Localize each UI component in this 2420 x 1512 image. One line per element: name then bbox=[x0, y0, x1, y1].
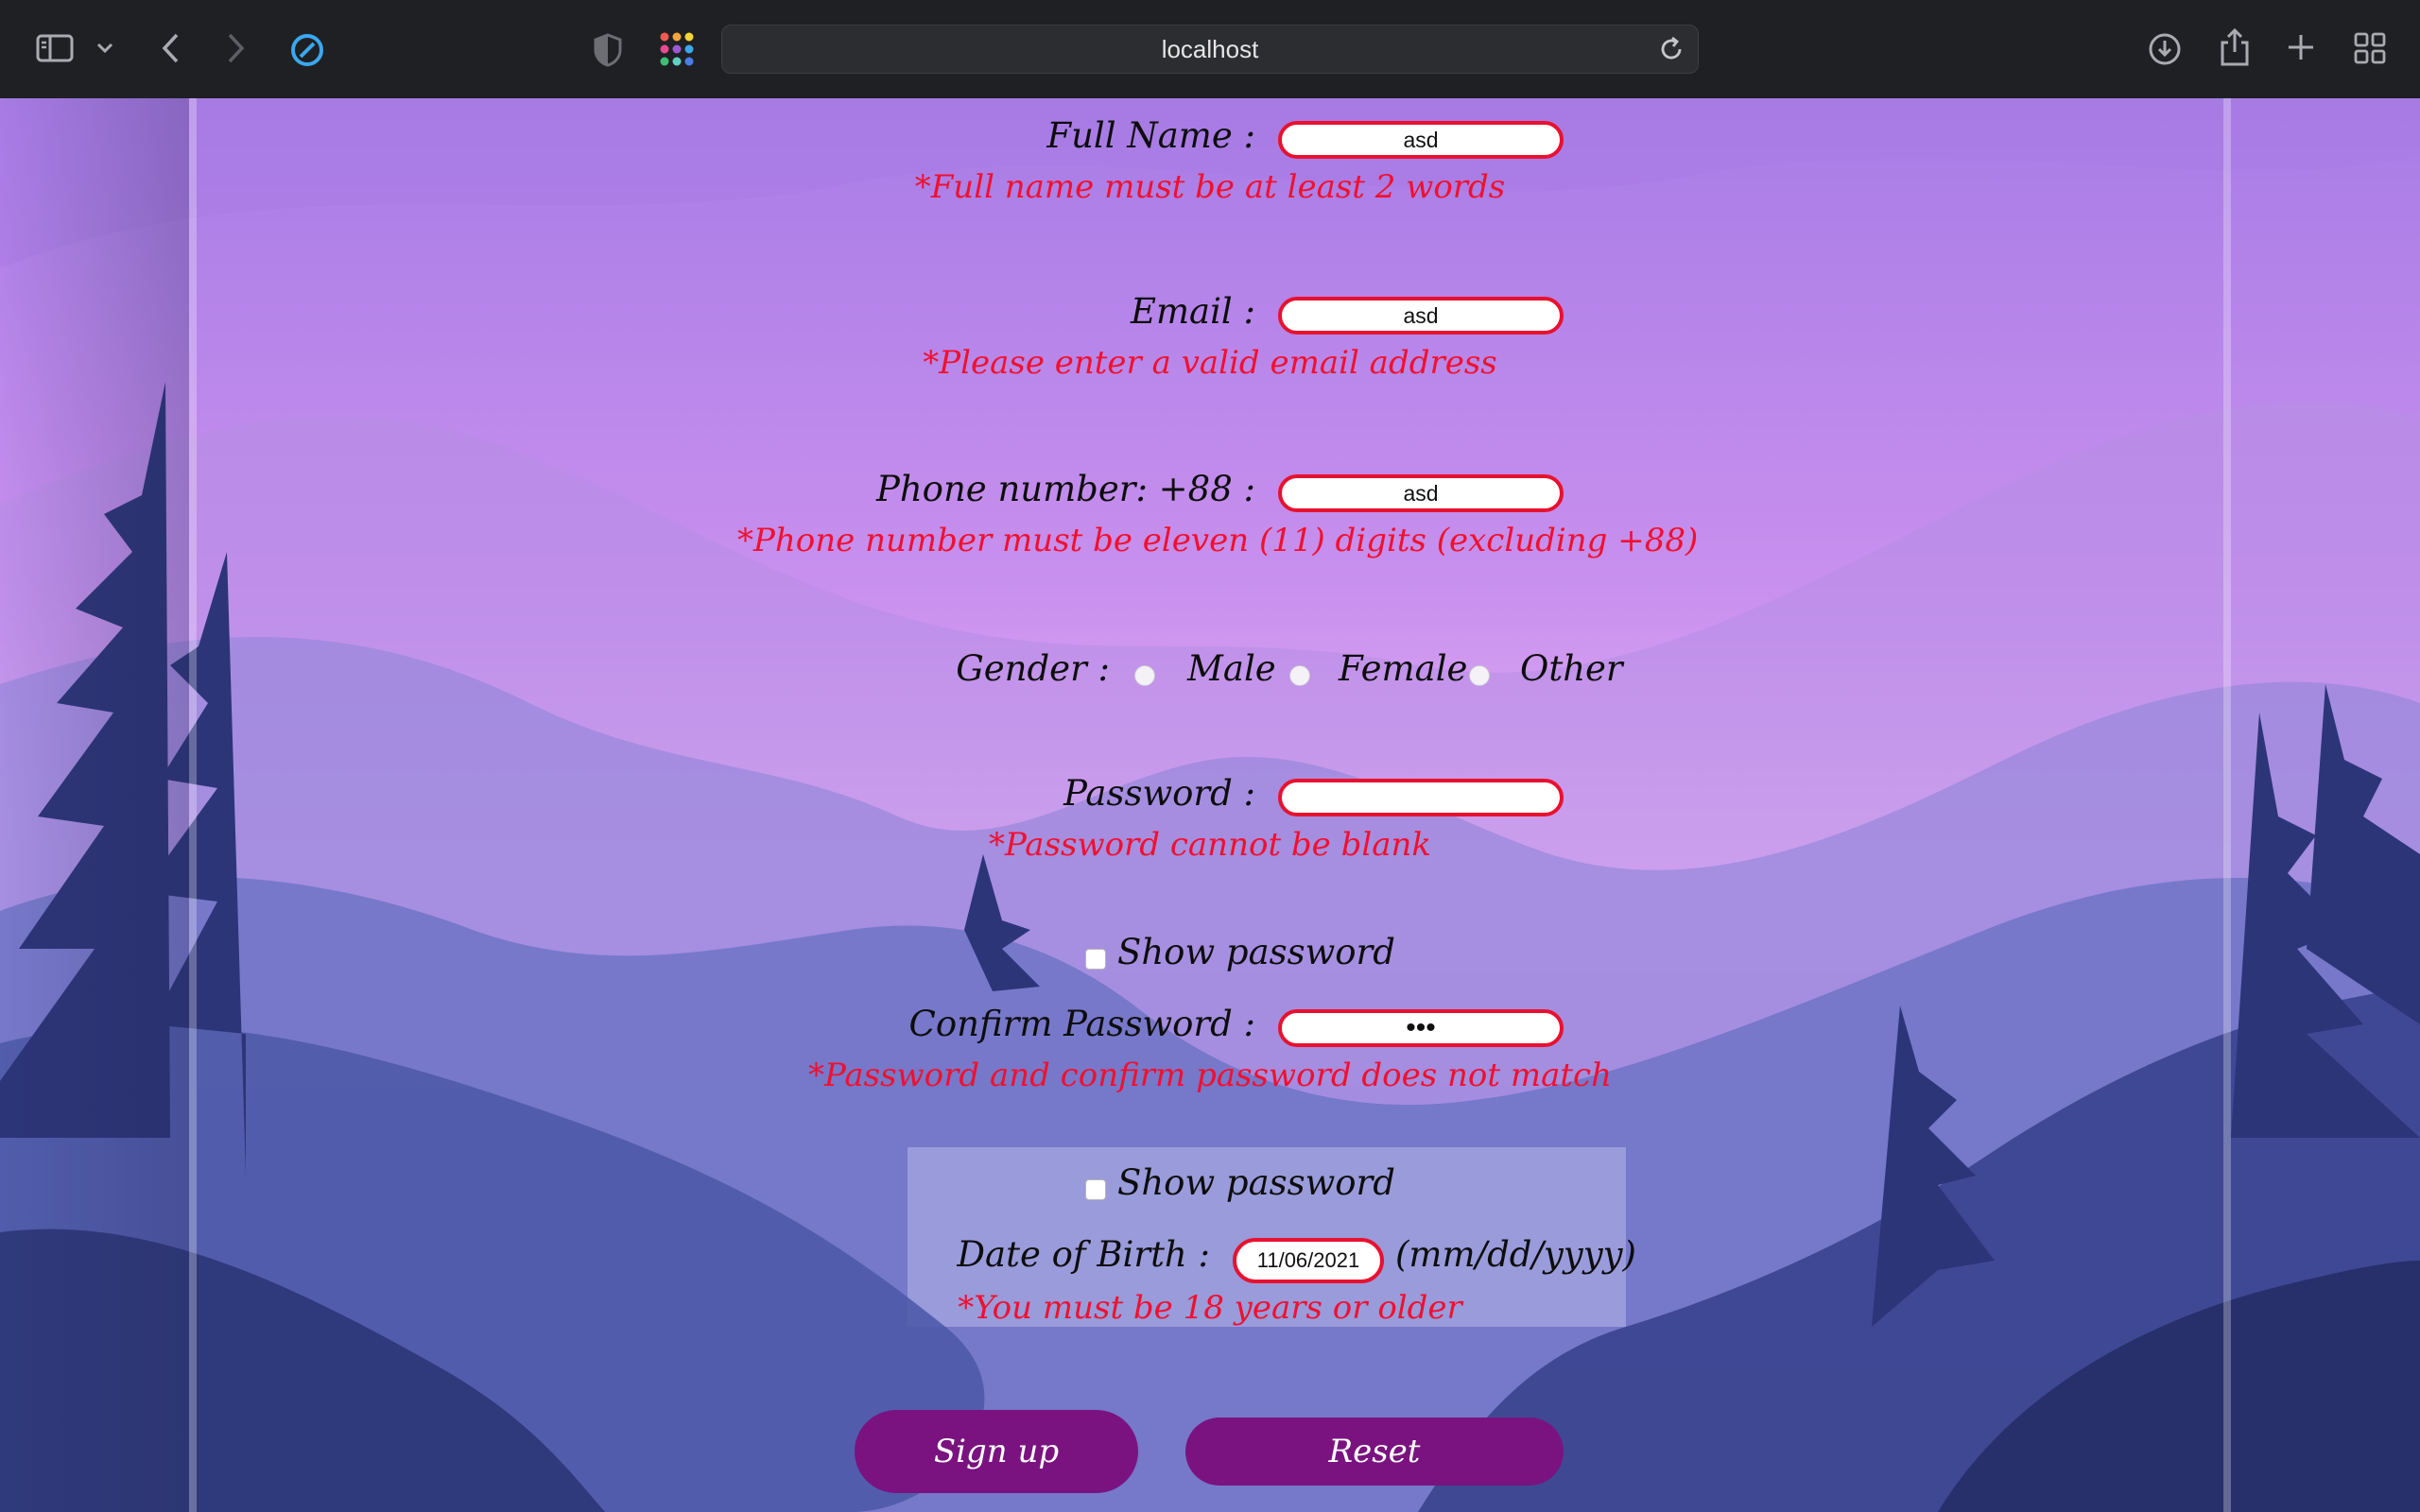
show-confirm-password-label: Show password bbox=[1117, 1162, 1395, 1203]
email-label: Email : bbox=[1130, 291, 1255, 332]
reset-button[interactable]: Reset bbox=[1185, 1418, 1564, 1486]
email-error: *Please enter a valid email address bbox=[923, 344, 1497, 382]
password-label: Password : bbox=[1063, 773, 1255, 814]
confirm-password-error: *Password and confirm password does not … bbox=[808, 1057, 1612, 1094]
browser-toolbar: localhost bbox=[0, 0, 2420, 99]
gender-option-female: Female bbox=[1339, 648, 1468, 689]
gender-label: Gender : bbox=[956, 648, 1110, 689]
signup-button[interactable]: Sign up bbox=[855, 1410, 1138, 1493]
password-input[interactable] bbox=[1278, 779, 1564, 816]
shield-icon[interactable] bbox=[592, 32, 624, 68]
email-input[interactable]: asd bbox=[1278, 297, 1564, 335]
gender-option-other: Other bbox=[1520, 648, 1623, 689]
gender-radio-male[interactable] bbox=[1134, 665, 1155, 686]
tabs-grid-icon[interactable] bbox=[2352, 30, 2388, 66]
dob-format-hint: (mm/dd/yyyy) bbox=[1395, 1234, 1636, 1275]
left-panel-edge bbox=[189, 98, 197, 1512]
left-panel-shadow bbox=[0, 98, 189, 1512]
grid-dots-icon[interactable] bbox=[658, 30, 696, 68]
full-name-error: *Full name must be at least 2 words bbox=[914, 168, 1506, 206]
show-confirm-password-checkbox[interactable] bbox=[1085, 1179, 1106, 1200]
chevron-right-icon[interactable] bbox=[223, 30, 250, 66]
right-panel-edge bbox=[2223, 98, 2231, 1512]
dob-error: *You must be 18 years or older bbox=[958, 1289, 1462, 1327]
phone-label: Phone number: +88 : bbox=[875, 469, 1255, 509]
dob-label: Date of Birth : bbox=[957, 1234, 1210, 1275]
page-viewport: Full Name : asd *Full name must be at le… bbox=[0, 98, 2420, 1512]
gender-radio-other[interactable] bbox=[1469, 665, 1490, 686]
confirm-password-label: Confirm Password : bbox=[908, 1004, 1255, 1044]
sidebar-icon[interactable] bbox=[36, 32, 74, 64]
confirm-password-input[interactable]: ••• bbox=[1278, 1009, 1564, 1047]
show-password-label: Show password bbox=[1117, 932, 1395, 972]
password-error: *Password cannot be blank bbox=[988, 826, 1432, 864]
chevron-down-icon[interactable] bbox=[95, 38, 115, 59]
show-password-checkbox[interactable] bbox=[1085, 949, 1106, 970]
plus-icon[interactable] bbox=[2284, 30, 2318, 64]
phone-input[interactable]: asd bbox=[1278, 474, 1564, 512]
chevron-left-icon[interactable] bbox=[157, 30, 183, 66]
dob-input[interactable]: 11/06/2021 bbox=[1233, 1238, 1384, 1283]
compass-icon[interactable] bbox=[289, 32, 325, 68]
phone-error: *Phone number must be eleven (11) digits… bbox=[737, 522, 1699, 559]
full-name-input[interactable]: asd bbox=[1278, 121, 1564, 159]
gender-radio-female[interactable] bbox=[1289, 665, 1310, 686]
gender-option-male: Male bbox=[1187, 648, 1276, 689]
url-text: localhost bbox=[1161, 34, 1259, 63]
reload-icon[interactable] bbox=[1658, 36, 1685, 62]
download-icon[interactable] bbox=[2146, 30, 2184, 68]
share-icon[interactable] bbox=[2216, 26, 2254, 68]
address-bar[interactable]: localhost bbox=[721, 25, 1699, 74]
full-name-label: Full Name : bbox=[1046, 115, 1255, 156]
